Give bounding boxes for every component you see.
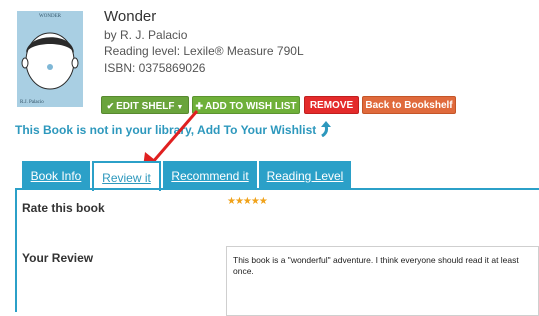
plus-icon: ✚ <box>195 101 204 111</box>
panel-border <box>15 190 17 312</box>
tab-bar-border <box>15 188 539 190</box>
your-review-label: Your Review <box>22 251 94 265</box>
tab-recommend-it[interactable]: Recommend it <box>163 161 257 190</box>
book-isbn: ISBN: 0375869026 <box>104 61 206 75</box>
edit-shelf-label: EDIT SHELF <box>116 101 175 112</box>
cover-title: WONDER <box>39 14 61 19</box>
edit-shelf-button[interactable]: ✔ EDIT SHELF ▼ <box>101 96 189 114</box>
tab-book-info[interactable]: Book Info <box>22 161 90 190</box>
caret-down-icon: ▼ <box>176 104 184 111</box>
tab-reading-level[interactable]: Reading Level <box>259 161 351 190</box>
rate-book-label: Rate this book <box>22 201 105 215</box>
cover-face-illustration <box>21 32 79 90</box>
wishlist-notice-text: This Book is not in your library, Add To… <box>15 123 317 137</box>
book-title: Wonder <box>104 8 157 25</box>
book-author: by R. J. Palacio <box>104 28 188 42</box>
review-textarea[interactable]: This book is a "wonderful" adventure. I … <box>226 246 539 316</box>
star-rating[interactable]: ★★★★★ <box>227 196 268 207</box>
check-icon: ✔ <box>106 101 115 111</box>
add-to-wishlist-label: ADD TO WISH LIST <box>205 101 297 112</box>
add-to-wishlist-button[interactable]: ✚ ADD TO WISH LIST <box>192 96 300 114</box>
tab-review-it[interactable]: Review it <box>92 161 161 191</box>
cover-author: R.J. Palacio <box>20 100 44 105</box>
back-to-bookshelf-button[interactable]: Back to Bookshelf <box>362 96 456 114</box>
curved-arrow-up-icon <box>320 121 332 140</box>
book-cover: WONDER R.J. Palacio <box>17 11 83 107</box>
remove-button[interactable]: REMOVE <box>304 96 359 114</box>
wishlist-notice: This Book is not in your library, Add To… <box>15 121 332 140</box>
book-reading-level: Reading level: Lexile® Measure 790L <box>104 44 304 58</box>
